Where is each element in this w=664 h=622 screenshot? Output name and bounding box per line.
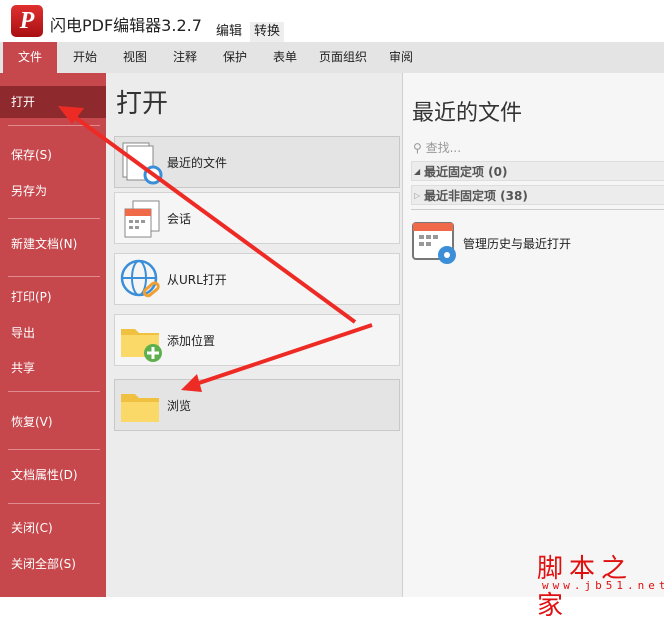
divider: [8, 449, 100, 450]
unpinned-group[interactable]: ▷ 最近非固定项 (38): [411, 185, 664, 205]
session-label: 会话: [167, 212, 192, 226]
recent-files-button[interactable]: 最近的文件: [114, 136, 400, 188]
divider: [8, 218, 100, 219]
watermark-url: www.jb51.net: [542, 579, 664, 592]
browse-label: 浏览: [167, 399, 192, 413]
tab-view[interactable]: 视图: [112, 42, 158, 73]
sidebar-item-save[interactable]: 保存(S): [0, 142, 106, 168]
sidebar-item-close[interactable]: 关闭(C): [0, 515, 106, 541]
divider: [8, 276, 100, 277]
divider: [8, 125, 100, 126]
divider: [8, 503, 100, 504]
app-title: 闪电PDF编辑器3.2.7: [50, 16, 202, 35]
browse-button[interactable]: 浏览: [114, 379, 400, 431]
sidebar-item-save-as[interactable]: 另存为: [0, 178, 106, 204]
add-location-button[interactable]: 添加位置: [114, 314, 400, 366]
sidebar-item-new[interactable]: 新建文档(N): [0, 231, 106, 257]
context-tab-edit[interactable]: 编辑: [212, 22, 246, 42]
page-title: 打开: [116, 89, 169, 119]
ribbon-tabs: 文件 开始 视图 注释 保护 表单 页面组织 审阅: [0, 42, 664, 75]
tab-annotate[interactable]: 注释: [162, 42, 208, 73]
title-bar: P 闪电PDF编辑器3.2.7 编辑 转换: [0, 0, 664, 42]
sidebar-item-print[interactable]: 打印(P): [0, 284, 106, 310]
add-location-label: 添加位置: [167, 334, 216, 348]
sidebar-item-properties[interactable]: 文档属性(D): [0, 462, 106, 488]
recent-files-label: 最近的文件: [167, 156, 228, 170]
folder-icon: [121, 394, 159, 422]
globe-link-icon: [120, 259, 160, 298]
file-sidebar: 打开 保存(S) 另存为 新建文档(N) 打印(P) 导出 共享 恢复(V) 文…: [0, 73, 106, 597]
tab-start[interactable]: 开始: [62, 42, 108, 73]
manage-history-button[interactable]: 管理历史与最近打开: [411, 217, 661, 267]
calendar-gear-icon: [412, 222, 456, 264]
tab-file[interactable]: 文件: [3, 42, 57, 75]
tab-protect[interactable]: 保护: [212, 42, 258, 73]
divider: [8, 391, 100, 392]
search-input[interactable]: ⚲ 查找...: [413, 139, 461, 156]
context-tab-convert[interactable]: 转换: [250, 22, 285, 42]
expanded-triangle-icon: ◢: [414, 167, 421, 176]
folder-add-icon: [121, 329, 162, 362]
sidebar-item-open[interactable]: 打开: [0, 86, 106, 118]
tab-review[interactable]: 审阅: [378, 42, 424, 73]
collapsed-triangle-icon: ▷: [414, 191, 421, 200]
sidebar-item-restore[interactable]: 恢复(V): [0, 409, 106, 435]
session-icon: [124, 200, 160, 238]
sidebar-item-share[interactable]: 共享: [0, 355, 106, 381]
pinned-group[interactable]: ◢ 最近固定项 (0): [411, 161, 664, 181]
session-button[interactable]: 会话: [114, 192, 400, 244]
open-url-button[interactable]: 从URL打开: [114, 253, 400, 305]
manage-history-label: 管理历史与最近打开: [463, 237, 572, 251]
search-icon: ⚲: [413, 141, 426, 155]
recent-files-icon: [122, 142, 163, 185]
open-panel: 打开 最近的文件 会话 从URL打开 添加位置 浏览: [106, 73, 402, 597]
recent-files-panel: 最近的文件 ⚲ 查找... ◢ 最近固定项 (0) ▷ 最近非固定项 (38) 管理…: [402, 73, 664, 597]
sidebar-item-export[interactable]: 导出: [0, 320, 106, 346]
tab-form[interactable]: 表单: [262, 42, 308, 73]
recent-title: 最近的文件: [412, 101, 523, 126]
app-logo-icon: P: [11, 5, 43, 37]
sidebar-item-close-all[interactable]: 关闭全部(S): [0, 551, 106, 577]
divider: [411, 209, 664, 210]
open-url-label: 从URL打开: [167, 273, 227, 287]
tab-page-organize[interactable]: 页面组织: [312, 42, 374, 73]
